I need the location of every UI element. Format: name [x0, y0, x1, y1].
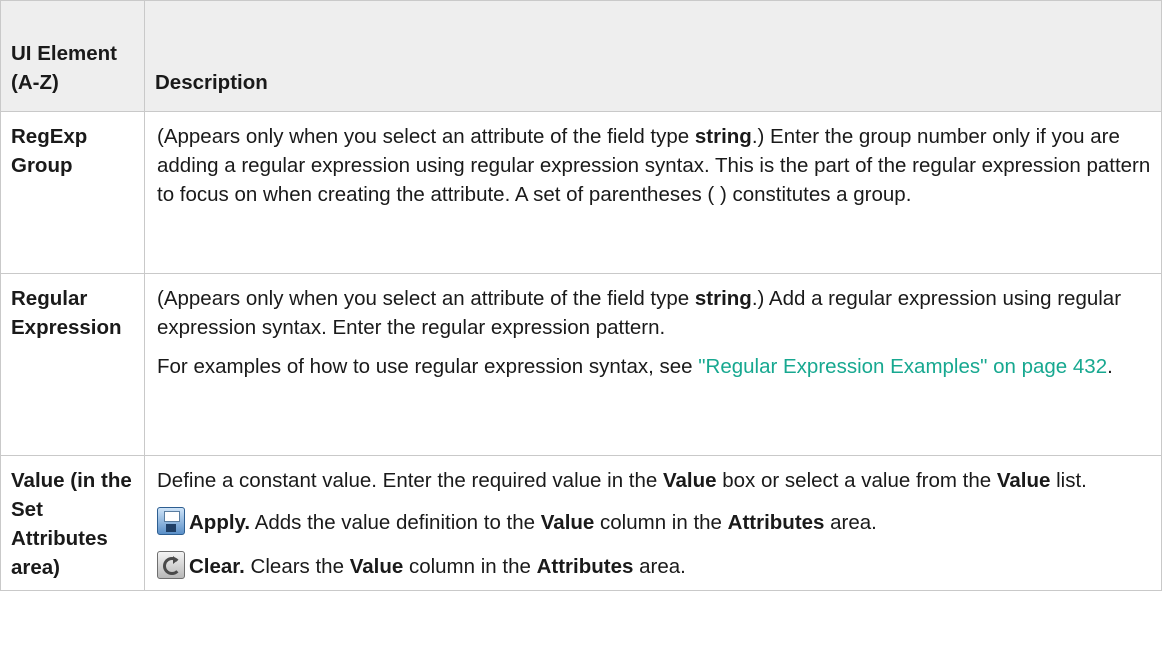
- description-paragraph: Apply. Adds the value definition to the …: [157, 507, 1151, 537]
- save-icon: [157, 507, 185, 535]
- table-row: Regular Expression (Appears only when yo…: [0, 273, 1162, 456]
- description-paragraph: (Appears only when you select an attribu…: [157, 122, 1151, 209]
- ui-element-name: RegExp Group: [0, 111, 145, 274]
- description-paragraph: For examples of how to use regular expre…: [157, 352, 1151, 381]
- bold-term: Value: [996, 469, 1051, 492]
- description-paragraph: (Appears only when you select an attribu…: [157, 284, 1151, 342]
- bold-term: Value: [662, 469, 717, 492]
- clear-icon: [157, 551, 185, 579]
- bold-term: Value: [540, 511, 595, 534]
- ui-element-name: Value (in the Set Attributes area): [0, 455, 145, 591]
- ui-element-name: Regular Expression: [0, 273, 145, 456]
- text: box or select a value from the: [716, 469, 997, 492]
- text: area.: [824, 511, 877, 534]
- text: column in the: [594, 511, 728, 534]
- text: Clears the: [244, 555, 350, 578]
- text: column in the: [403, 555, 537, 578]
- text: Define a constant value. Enter the requi…: [157, 469, 663, 492]
- header-ui-element: UI Element (A-Z): [0, 0, 145, 112]
- bold-term: string: [694, 125, 752, 148]
- text: area.: [633, 555, 686, 578]
- apply-label: Apply.: [189, 511, 251, 534]
- description-cell: (Appears only when you select an attribu…: [144, 273, 1162, 456]
- description-cell: Define a constant value. Enter the requi…: [144, 455, 1162, 591]
- table-header-row: UI Element (A-Z) Description: [0, 0, 1162, 112]
- header-description: Description: [144, 0, 1162, 112]
- bold-term: string: [694, 287, 752, 310]
- table-row: Value (in the Set Attributes area) Defin…: [0, 455, 1162, 591]
- description-paragraph: Clear. Clears the Value column in the At…: [157, 551, 1151, 581]
- bold-term: Attributes: [536, 555, 634, 578]
- text: (Appears only when you select an attribu…: [157, 125, 695, 148]
- bold-term: Value: [349, 555, 404, 578]
- text: (Appears only when you select an attribu…: [157, 287, 695, 310]
- text: list.: [1050, 469, 1087, 492]
- description-paragraph: Define a constant value. Enter the requi…: [157, 466, 1151, 495]
- regex-examples-link[interactable]: "Regular Expression Examples" on page 43…: [698, 355, 1107, 378]
- table-row: RegExp Group (Appears only when you sele…: [0, 111, 1162, 274]
- description-cell: (Appears only when you select an attribu…: [144, 111, 1162, 274]
- text: .: [1107, 355, 1113, 378]
- text: For examples of how to use regular expre…: [157, 355, 699, 378]
- ui-elements-table: UI Element (A-Z) Description RegExp Grou…: [0, 0, 1162, 591]
- text: Adds the value definition to the: [250, 511, 541, 534]
- bold-term: Attributes: [727, 511, 825, 534]
- clear-label: Clear.: [189, 555, 245, 578]
